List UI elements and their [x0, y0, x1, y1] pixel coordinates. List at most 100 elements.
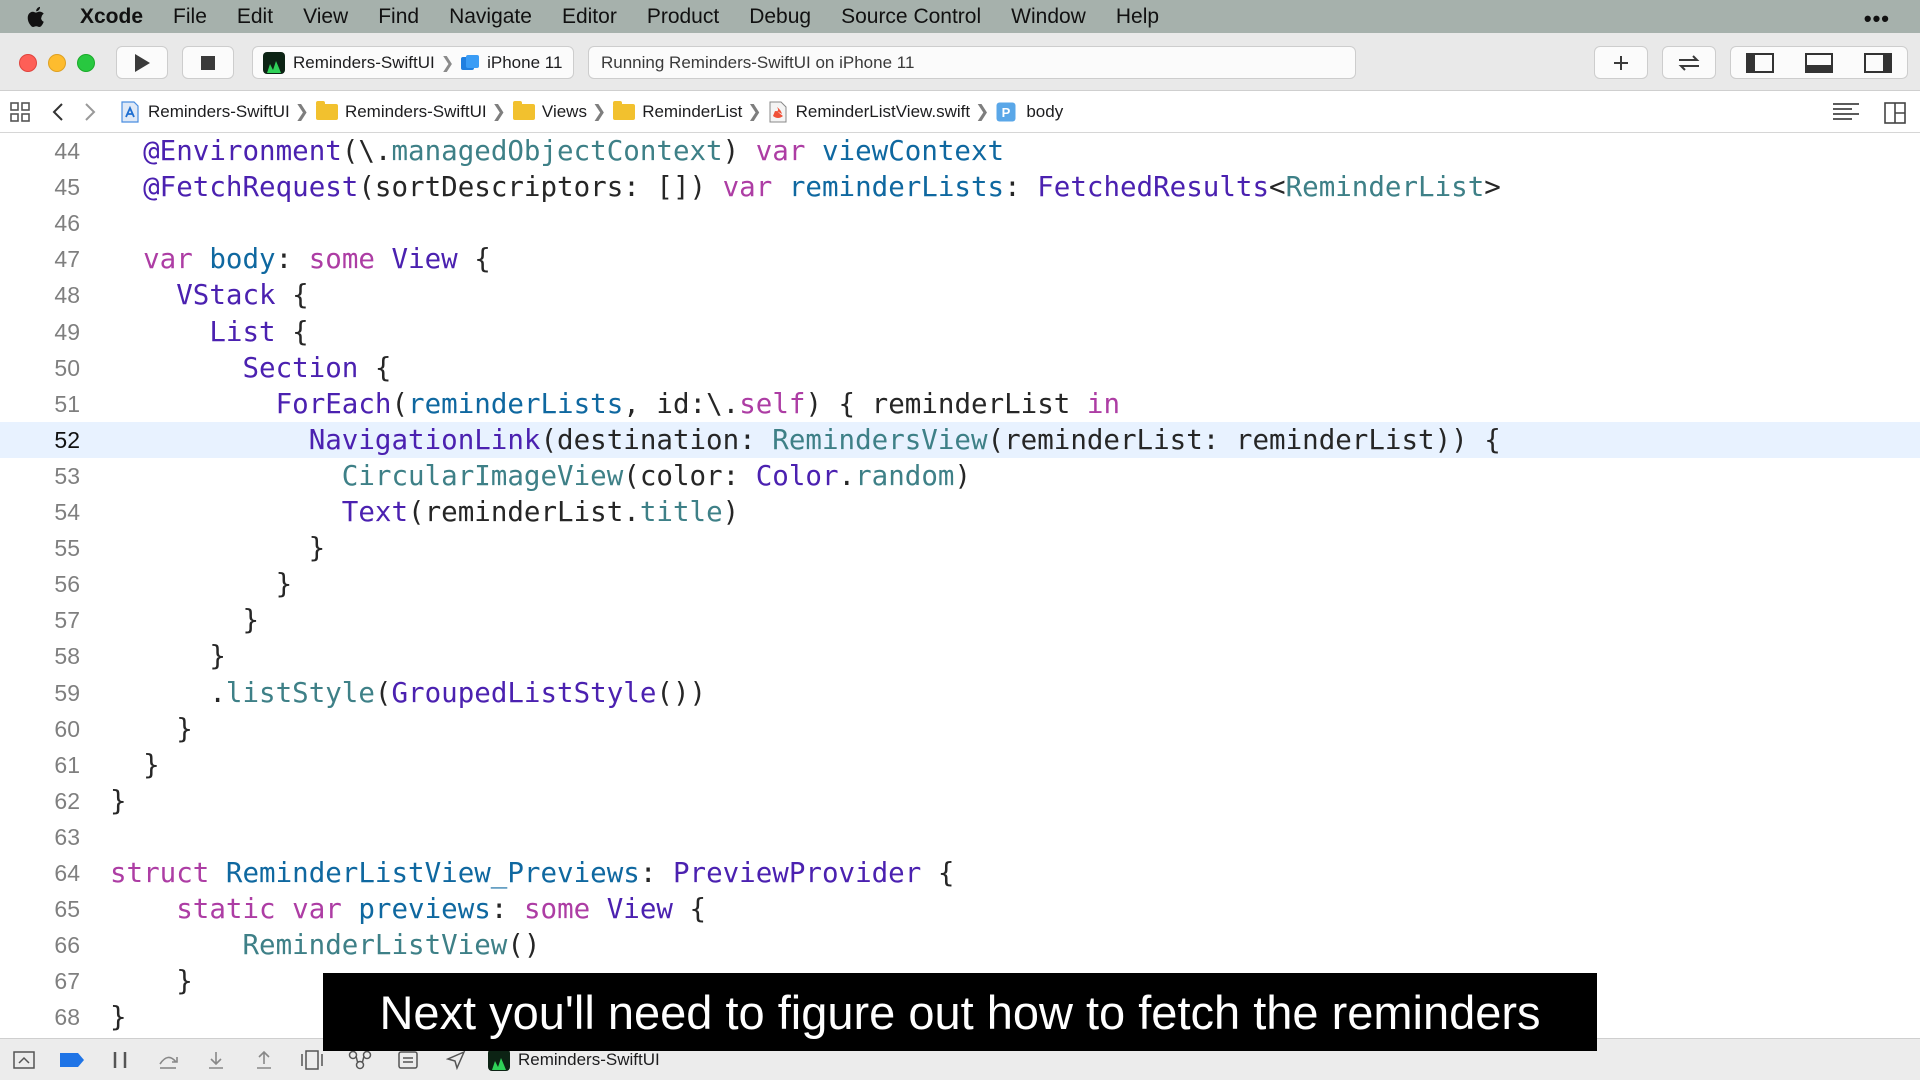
code-line[interactable]: 44 @Environment(\.managedObjectContext) …	[0, 133, 1920, 169]
line-number[interactable]: 61	[0, 747, 80, 783]
breakpoints-toggle-icon[interactable]	[48, 1039, 96, 1080]
code-text[interactable]: Text(reminderList.title)	[110, 494, 739, 530]
code-line[interactable]: 54 Text(reminderList.title)	[0, 494, 1920, 530]
code-text[interactable]: }	[110, 747, 160, 783]
back-chevron-icon[interactable]	[52, 102, 72, 122]
line-number[interactable]: 64	[0, 855, 80, 891]
minimize-window-button[interactable]	[48, 54, 66, 72]
hide-debug-area-icon[interactable]	[0, 1039, 48, 1080]
code-line[interactable]: 47 var body: some View {	[0, 241, 1920, 277]
apple-menu-icon[interactable]	[26, 5, 60, 29]
code-text[interactable]: ReminderListView()	[110, 927, 540, 963]
line-number[interactable]: 57	[0, 602, 80, 638]
line-number[interactable]: 66	[0, 927, 80, 963]
line-number[interactable]: 48	[0, 277, 80, 313]
code-line[interactable]: 55 }	[0, 530, 1920, 566]
step-out-icon[interactable]	[240, 1039, 288, 1080]
code-text[interactable]: var body: some View {	[110, 241, 491, 277]
line-number[interactable]: 47	[0, 241, 80, 277]
menu-source-control[interactable]: Source Control	[826, 5, 996, 29]
code-text[interactable]: }	[110, 963, 193, 999]
code-line[interactable]: 60 }	[0, 711, 1920, 747]
code-text[interactable]: ForEach(reminderLists, id:\.self) { remi…	[110, 386, 1120, 422]
code-line[interactable]: 59 .listStyle(GroupedListStyle())	[0, 675, 1920, 711]
line-number[interactable]: 60	[0, 711, 80, 747]
menu-window[interactable]: Window	[996, 5, 1101, 29]
code-text[interactable]: VStack {	[110, 277, 308, 313]
code-text[interactable]: }	[110, 566, 293, 602]
line-number[interactable]: 65	[0, 891, 80, 927]
debug-target[interactable]: Reminders-SwiftUI	[488, 1048, 660, 1071]
forward-chevron-icon[interactable]	[84, 102, 104, 122]
crumb-file[interactable]: ReminderListView.swift	[769, 101, 970, 123]
menu-edit[interactable]: Edit	[222, 5, 288, 29]
code-line[interactable]: 51 ForEach(reminderLists, id:\.self) { r…	[0, 386, 1920, 422]
code-text[interactable]: }	[110, 530, 326, 566]
menu-view[interactable]: View	[288, 5, 363, 29]
line-number[interactable]: 46	[0, 205, 80, 241]
code-line[interactable]: 50 Section {	[0, 350, 1920, 386]
stop-button[interactable]	[182, 46, 234, 79]
line-number[interactable]: 63	[0, 819, 80, 855]
step-into-icon[interactable]	[192, 1039, 240, 1080]
code-text[interactable]: }	[110, 999, 127, 1035]
source-editor[interactable]: 44 @Environment(\.managedObjectContext) …	[0, 133, 1920, 1038]
code-text[interactable]: struct ReminderListView_Previews: Previe…	[110, 855, 954, 891]
close-window-button[interactable]	[19, 54, 37, 72]
editor-options-icon[interactable]	[1832, 102, 1860, 122]
line-number[interactable]: 56	[0, 566, 80, 602]
code-line[interactable]: 57 }	[0, 602, 1920, 638]
crumb-project[interactable]: Reminders-SwiftUI	[120, 101, 290, 123]
inspector-toggle-icon[interactable]	[1863, 52, 1892, 73]
menu-editor[interactable]: Editor	[547, 5, 632, 29]
menu-file[interactable]: File	[158, 5, 222, 29]
code-text[interactable]: @FetchRequest(sortDescriptors: []) var r…	[110, 169, 1501, 205]
scheme-selector[interactable]: Reminders-SwiftUI ❯ iPhone 11	[252, 46, 574, 79]
code-line[interactable]: 53 CircularImageView(color: Color.random…	[0, 458, 1920, 494]
code-line[interactable]: 49 List {	[0, 314, 1920, 350]
code-text[interactable]: List {	[110, 314, 308, 350]
code-line[interactable]: 62}	[0, 783, 1920, 819]
line-number[interactable]: 54	[0, 494, 80, 530]
navigator-toggle-icon[interactable]	[1746, 52, 1775, 73]
code-line[interactable]: 58 }	[0, 638, 1920, 674]
code-text[interactable]: Section {	[110, 350, 391, 386]
line-number[interactable]: 52	[0, 422, 80, 458]
run-button[interactable]	[116, 46, 168, 79]
pause-icon[interactable]	[96, 1039, 144, 1080]
code-line[interactable]: 56 }	[0, 566, 1920, 602]
code-line[interactable]: 63	[0, 819, 1920, 855]
crumb-symbol[interactable]: P body	[996, 102, 1063, 122]
code-review-button[interactable]	[1662, 46, 1716, 79]
add-editor-icon[interactable]	[1884, 102, 1906, 124]
code-line[interactable]: 65 static var previews: some View {	[0, 891, 1920, 927]
step-over-icon[interactable]	[144, 1039, 192, 1080]
code-text[interactable]: @Environment(\.managedObjectContext) var…	[110, 133, 1004, 169]
crumb-reminderlist[interactable]: ReminderList	[613, 101, 742, 122]
line-number[interactable]: 44	[0, 133, 80, 169]
code-text[interactable]: CircularImageView(color: Color.random)	[110, 458, 971, 494]
menu-find[interactable]: Find	[363, 5, 434, 29]
line-number[interactable]: 68	[0, 999, 80, 1035]
line-number[interactable]: 58	[0, 638, 80, 674]
line-number[interactable]: 59	[0, 675, 80, 711]
menu-app-xcode[interactable]: Xcode	[80, 5, 158, 29]
code-line[interactable]: 61 }	[0, 747, 1920, 783]
related-items-grid-icon[interactable]	[10, 102, 32, 122]
menu-navigate[interactable]: Navigate	[434, 5, 547, 29]
code-text[interactable]: }	[110, 602, 259, 638]
menu-product[interactable]: Product	[632, 5, 734, 29]
code-line[interactable]: 45 @FetchRequest(sortDescriptors: []) va…	[0, 169, 1920, 205]
menu-extras-icon[interactable]: •••	[1864, 6, 1890, 32]
line-number[interactable]: 49	[0, 314, 80, 350]
crumb-group[interactable]: Reminders-SwiftUI	[315, 101, 487, 122]
code-line[interactable]: 64 struct ReminderListView_Previews: Prev…	[0, 855, 1920, 891]
zoom-window-button[interactable]	[77, 54, 95, 72]
debug-area-toggle-icon[interactable]	[1804, 52, 1833, 73]
code-text[interactable]: }	[110, 638, 226, 674]
menu-debug[interactable]: Debug	[734, 5, 826, 29]
line-number[interactable]: 67	[0, 963, 80, 999]
code-text[interactable]: static var previews: some View {	[110, 891, 706, 927]
code-line[interactable]: 48 VStack {	[0, 277, 1920, 313]
line-number[interactable]: 53	[0, 458, 80, 494]
